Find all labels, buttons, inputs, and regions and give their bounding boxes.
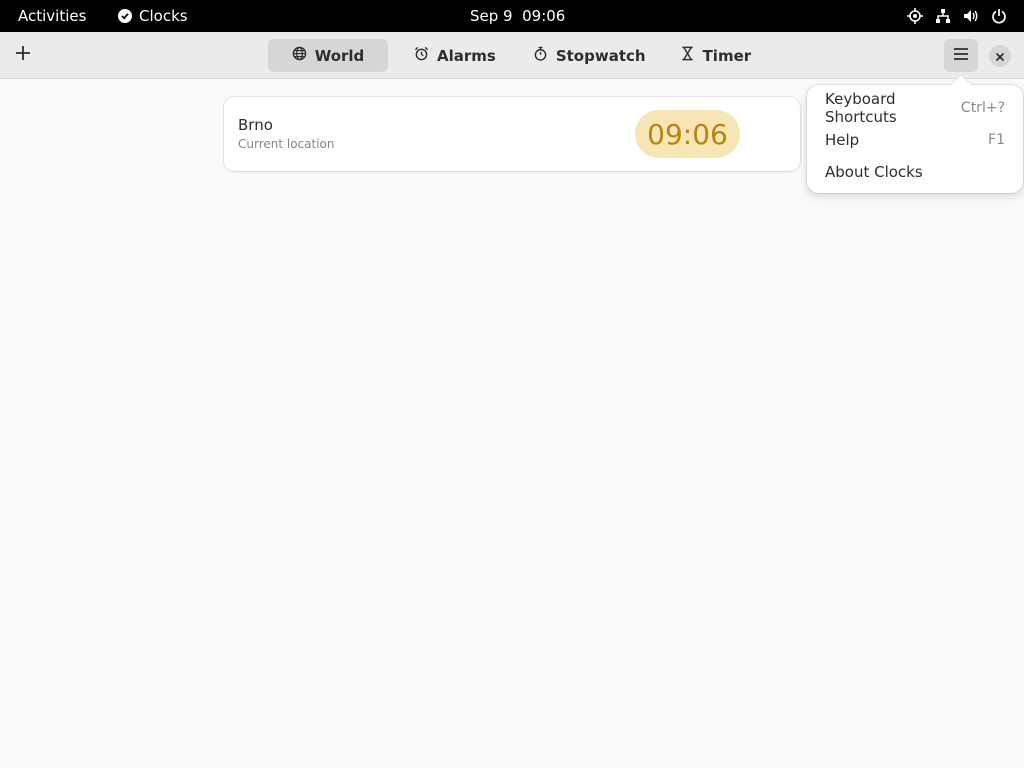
main-menu-popover: Keyboard Shortcuts Ctrl+? Help F1 About … (807, 85, 1023, 193)
plus-icon (15, 45, 31, 65)
volume-icon[interactable] (962, 7, 980, 25)
hamburger-icon (953, 46, 969, 65)
network-icon[interactable] (934, 7, 952, 25)
menu-item-keyboard-shortcuts[interactable]: Keyboard Shortcuts Ctrl+? (813, 90, 1017, 126)
app-name-label: Clocks (139, 7, 188, 25)
menu-item-label: About Clocks (825, 163, 923, 181)
view-switcher: World Alarms Stopwatch Timer (268, 39, 767, 72)
menu-item-about-clocks[interactable]: About Clocks (813, 157, 1017, 187)
menu-item-label: Help (825, 131, 860, 149)
city-name: Brno (238, 116, 273, 134)
location-subtitle: Current location (238, 137, 335, 151)
clock-time-badge: 09:06 (635, 110, 740, 158)
menu-item-label: Keyboard Shortcuts (825, 90, 897, 126)
globe-icon (292, 46, 307, 65)
tab-timer[interactable]: Timer (664, 39, 768, 72)
alarm-icon (414, 46, 429, 65)
menu-item-accelerator: Ctrl+? (960, 100, 1005, 116)
close-icon (995, 47, 1005, 66)
tab-world-label: World (314, 46, 365, 65)
header-bar: World Alarms Stopwatch Timer (0, 32, 1024, 79)
location-icon[interactable] (906, 7, 924, 25)
tab-stopwatch[interactable]: Stopwatch (517, 39, 662, 72)
tab-stopwatch-label: Stopwatch (555, 46, 646, 65)
menu-item-accelerator: F1 (988, 132, 1005, 148)
add-location-button[interactable] (8, 39, 38, 71)
app-menu-button[interactable]: Clocks (118, 7, 188, 25)
system-clock[interactable]: Sep 9 09:06 (470, 7, 565, 25)
menu-item-help[interactable]: Help F1 (813, 125, 1017, 155)
stopwatch-icon (533, 46, 548, 65)
system-tray[interactable] (906, 7, 1008, 25)
activities-button[interactable]: Activities (18, 7, 86, 25)
system-top-bar: Activities Clocks Sep 9 09:06 (0, 0, 1024, 32)
tab-alarms-label: Alarms (437, 46, 496, 65)
hourglass-icon (680, 46, 695, 65)
world-clock-row[interactable]: Brno Current location 09:06 (224, 97, 800, 171)
clocks-app-icon (118, 9, 132, 23)
close-window-button[interactable] (989, 45, 1011, 67)
tab-timer-label: Timer (702, 46, 752, 65)
tab-world[interactable]: World (268, 39, 388, 72)
power-icon[interactable] (990, 7, 1008, 25)
main-menu-button[interactable] (944, 39, 978, 72)
tab-alarms[interactable]: Alarms (398, 39, 512, 72)
